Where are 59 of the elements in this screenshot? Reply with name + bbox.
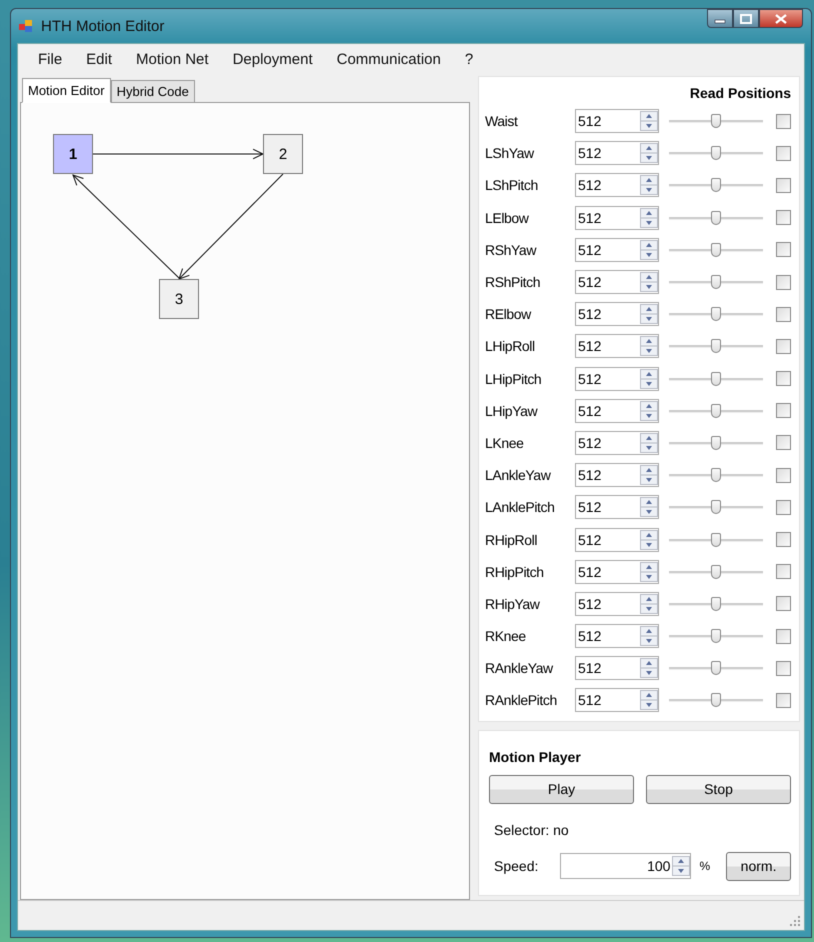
- joint-label: LShPitch: [485, 177, 539, 194]
- joint-label: RAnklePitch: [485, 692, 558, 708]
- joint-label: RShYaw: [485, 242, 538, 258]
- joint-label: RAnkleYaw: [485, 660, 554, 676]
- player-button[interactable]: Play: [489, 774, 634, 804]
- joint-label: LAnkleYaw: [485, 467, 552, 484]
- number-field[interactable]: 512: [575, 528, 659, 552]
- joint-label: RElbow: [485, 306, 532, 322]
- joint-label: LShYaw: [485, 145, 535, 162]
- state-node[interactable]: 3: [159, 279, 199, 319]
- number-field[interactable]: 512: [575, 463, 659, 488]
- number-field[interactable]: 512: [575, 624, 659, 648]
- number-field[interactable]: 512: [575, 238, 659, 262]
- selector-status: Selector: no: [494, 822, 570, 838]
- number-field[interactable]: 512: [575, 398, 659, 423]
- number-field[interactable]: 512: [575, 656, 659, 680]
- number-field[interactable]: 512: [575, 366, 659, 391]
- joint-label: RHipPitch: [485, 564, 545, 580]
- joint-label: LKnee: [485, 434, 524, 451]
- menu-item[interactable]: Deployment: [220, 50, 325, 68]
- menu-item[interactable]: File: [26, 50, 74, 68]
- joint-label: RShPitch: [485, 274, 542, 290]
- tab[interactable]: Motion Editor: [22, 78, 111, 103]
- number-field[interactable]: 512: [575, 430, 659, 455]
- speed-label: Speed:: [494, 858, 538, 874]
- number-field[interactable]: 512: [575, 495, 659, 520]
- number-field[interactable]: 512: [575, 560, 659, 584]
- speed-field[interactable]: 100: [560, 853, 692, 880]
- joint-label: LHipYaw: [485, 402, 538, 419]
- number-field[interactable]: 512: [575, 302, 659, 326]
- joint-label: LElbow: [485, 210, 530, 226]
- number-field[interactable]: 512: [575, 688, 659, 712]
- number-field[interactable]: 512: [575, 334, 659, 358]
- state-node[interactable]: 2: [263, 134, 303, 174]
- read-positions-label: Read Positions: [690, 85, 791, 101]
- number-field[interactable]: 512: [575, 109, 659, 134]
- joint-label: Waist: [485, 113, 519, 130]
- joint-label: LHipPitch: [485, 370, 542, 387]
- number-field[interactable]: 512: [575, 592, 659, 616]
- number-field[interactable]: 512: [575, 173, 659, 198]
- motion-player-title: Motion Player: [489, 748, 582, 765]
- norm-button[interactable]: norm.: [726, 852, 791, 881]
- state-node[interactable]: 1: [53, 134, 93, 174]
- joint-label: RHipYaw: [485, 596, 541, 612]
- number-field[interactable]: 512: [575, 206, 659, 230]
- menu-item[interactable]: Motion Net: [124, 50, 221, 68]
- joint-label: LAnklePitch: [485, 499, 556, 516]
- window-title: HTH Motion Editor: [41, 18, 164, 34]
- percent-label: %: [699, 859, 710, 874]
- tab[interactable]: Hybrid Code: [110, 80, 195, 102]
- joint-label: LHipRoll: [485, 338, 536, 354]
- number-field[interactable]: 512: [575, 141, 659, 166]
- joint-label: RKnee: [485, 628, 527, 644]
- menu-item[interactable]: ?: [452, 50, 486, 68]
- joint-label: RHipRoll: [485, 532, 538, 548]
- menu-item[interactable]: Communication: [324, 50, 453, 68]
- number-field[interactable]: 512: [575, 270, 659, 294]
- player-button[interactable]: Stop: [646, 774, 791, 804]
- menu-item[interactable]: Edit: [74, 50, 124, 68]
